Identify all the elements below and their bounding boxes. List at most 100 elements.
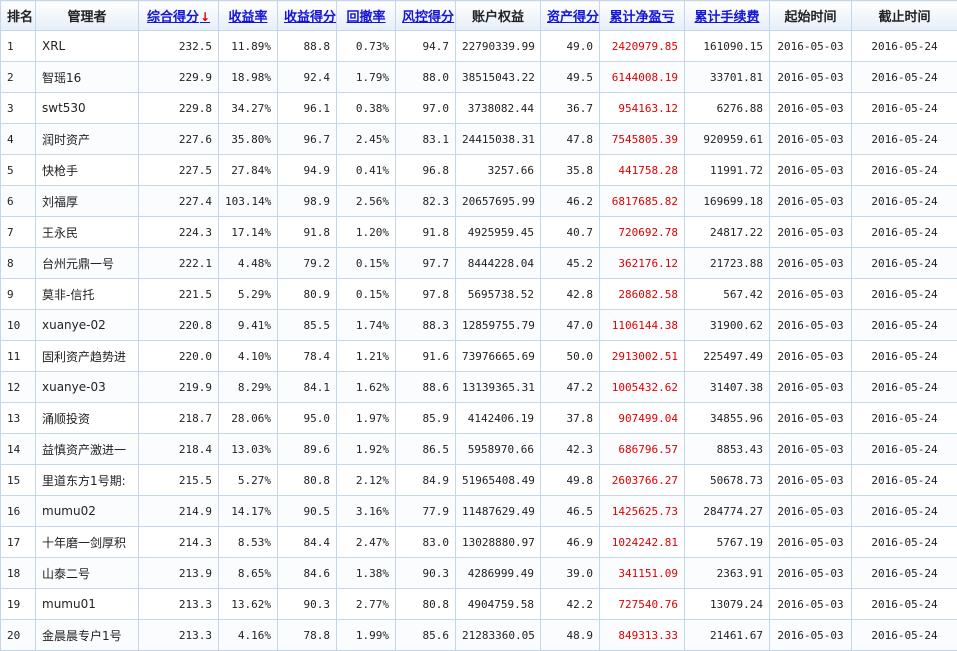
net-pnl-cell: 1005432.62 <box>600 372 685 403</box>
net-pnl-cell: 341151.09 <box>600 558 685 589</box>
manager-cell: 快枪手 <box>36 155 139 186</box>
net-pnl-cell: 727540.76 <box>600 589 685 620</box>
return-score-cell: 88.8 <box>278 31 337 62</box>
equity-cell: 24415038.31 <box>456 124 541 155</box>
rank-cell: 13 <box>1 403 36 434</box>
rank-cell: 9 <box>1 279 36 310</box>
return-rate-cell: 17.14% <box>219 217 278 248</box>
fees-cell: 21461.67 <box>685 620 770 651</box>
equity-cell: 8444228.04 <box>456 248 541 279</box>
table-row: 11固利资产趋势进220.04.10%78.41.21%91.673976665… <box>1 341 957 372</box>
asset-score-cell: 42.2 <box>541 589 600 620</box>
net-pnl-cell: 362176.12 <box>600 248 685 279</box>
end-time-cell: 2016-05-24 <box>852 217 957 248</box>
score-cell: 213.9 <box>139 558 219 589</box>
table-row: 13涌顺投资218.728.06%95.01.97%85.94142406.19… <box>1 403 957 434</box>
rank-cell: 17 <box>1 527 36 558</box>
table-row: 18山泰二号213.98.65%84.61.38%90.34286999.493… <box>1 558 957 589</box>
table-row: 4润时资产227.635.80%96.72.45%83.124415038.31… <box>1 124 957 155</box>
return-score-cell: 92.4 <box>278 62 337 93</box>
score-cell: 214.9 <box>139 496 219 527</box>
asset-score-cell: 48.9 <box>541 620 600 651</box>
score-cell: 213.3 <box>139 589 219 620</box>
rank-cell: 2 <box>1 62 36 93</box>
start-time-cell: 2016-05-03 <box>770 465 852 496</box>
rank-cell: 15 <box>1 465 36 496</box>
asset-score-cell: 39.0 <box>541 558 600 589</box>
header-net-pnl-sort[interactable]: 累计净盈亏 <box>600 1 685 31</box>
drawdown-cell: 3.16% <box>337 496 396 527</box>
fees-cell: 11991.72 <box>685 155 770 186</box>
return-rate-cell: 9.41% <box>219 310 278 341</box>
header-score-sort[interactable]: 综合得分↓ <box>139 1 219 31</box>
score-cell: 232.5 <box>139 31 219 62</box>
equity-cell: 4286999.49 <box>456 558 541 589</box>
drawdown-cell: 1.79% <box>337 62 396 93</box>
net-pnl-cell: 686796.57 <box>600 434 685 465</box>
manager-cell: 益慎资产激进一 <box>36 434 139 465</box>
equity-cell: 38515043.22 <box>456 62 541 93</box>
header-asset-score-sort[interactable]: 资产得分 <box>541 1 600 31</box>
start-time-cell: 2016-05-03 <box>770 62 852 93</box>
manager-cell: 刘福厚 <box>36 186 139 217</box>
manager-cell: XRL <box>36 31 139 62</box>
score-cell: 227.4 <box>139 186 219 217</box>
risk-score-cell: 86.5 <box>396 434 456 465</box>
manager-cell: 台州元鼎一号 <box>36 248 139 279</box>
manager-cell: 里道东方1号期: <box>36 465 139 496</box>
net-pnl-cell: 954163.12 <box>600 93 685 124</box>
risk-score-cell: 85.6 <box>396 620 456 651</box>
equity-cell: 11487629.49 <box>456 496 541 527</box>
return-score-cell: 84.1 <box>278 372 337 403</box>
return-rate-cell: 5.27% <box>219 465 278 496</box>
table-row: 1XRL232.511.89%88.80.73%94.722790339.994… <box>1 31 957 62</box>
start-time-cell: 2016-05-03 <box>770 434 852 465</box>
risk-score-cell: 97.7 <box>396 248 456 279</box>
return-score-cell: 84.4 <box>278 527 337 558</box>
table-row: 20金晨晨专户1号213.34.16%78.81.99%85.621283360… <box>1 620 957 651</box>
header-return-rate-sort[interactable]: 收益率 <box>219 1 278 31</box>
header-return-score-sort[interactable]: 收益得分 <box>278 1 337 31</box>
end-time-cell: 2016-05-24 <box>852 341 957 372</box>
start-time-cell: 2016-05-03 <box>770 527 852 558</box>
return-score-cell: 78.8 <box>278 620 337 651</box>
net-pnl-cell: 441758.28 <box>600 155 685 186</box>
score-cell: 218.7 <box>139 403 219 434</box>
risk-score-cell: 88.6 <box>396 372 456 403</box>
return-score-cell: 85.5 <box>278 310 337 341</box>
return-score-cell: 90.5 <box>278 496 337 527</box>
drawdown-cell: 1.92% <box>337 434 396 465</box>
fees-cell: 284774.27 <box>685 496 770 527</box>
score-cell: 220.0 <box>139 341 219 372</box>
manager-cell: xuanye-02 <box>36 310 139 341</box>
net-pnl-cell: 286082.58 <box>600 279 685 310</box>
equity-cell: 3738082.44 <box>456 93 541 124</box>
risk-score-cell: 85.9 <box>396 403 456 434</box>
risk-score-cell: 94.7 <box>396 31 456 62</box>
fees-cell: 920959.61 <box>685 124 770 155</box>
fees-cell: 13079.24 <box>685 589 770 620</box>
manager-cell: 润时资产 <box>36 124 139 155</box>
asset-score-cell: 35.8 <box>541 155 600 186</box>
header-fees-sort[interactable]: 累计手续费 <box>685 1 770 31</box>
drawdown-cell: 2.47% <box>337 527 396 558</box>
asset-score-cell: 47.0 <box>541 310 600 341</box>
asset-score-cell: 46.9 <box>541 527 600 558</box>
end-time-cell: 2016-05-24 <box>852 31 957 62</box>
start-time-cell: 2016-05-03 <box>770 589 852 620</box>
start-time-cell: 2016-05-03 <box>770 217 852 248</box>
header-manager: 管理者 <box>36 1 139 31</box>
equity-cell: 12859755.79 <box>456 310 541 341</box>
score-cell: 227.6 <box>139 124 219 155</box>
risk-score-cell: 83.1 <box>396 124 456 155</box>
return-score-cell: 80.8 <box>278 465 337 496</box>
end-time-cell: 2016-05-24 <box>852 310 957 341</box>
score-cell: 221.5 <box>139 279 219 310</box>
equity-cell: 4142406.19 <box>456 403 541 434</box>
net-pnl-cell: 907499.04 <box>600 403 685 434</box>
score-cell: 229.9 <box>139 62 219 93</box>
header-drawdown-sort[interactable]: 回撤率 <box>337 1 396 31</box>
asset-score-cell: 49.8 <box>541 465 600 496</box>
return-score-cell: 80.9 <box>278 279 337 310</box>
header-risk-score-sort[interactable]: 风控得分 <box>396 1 456 31</box>
